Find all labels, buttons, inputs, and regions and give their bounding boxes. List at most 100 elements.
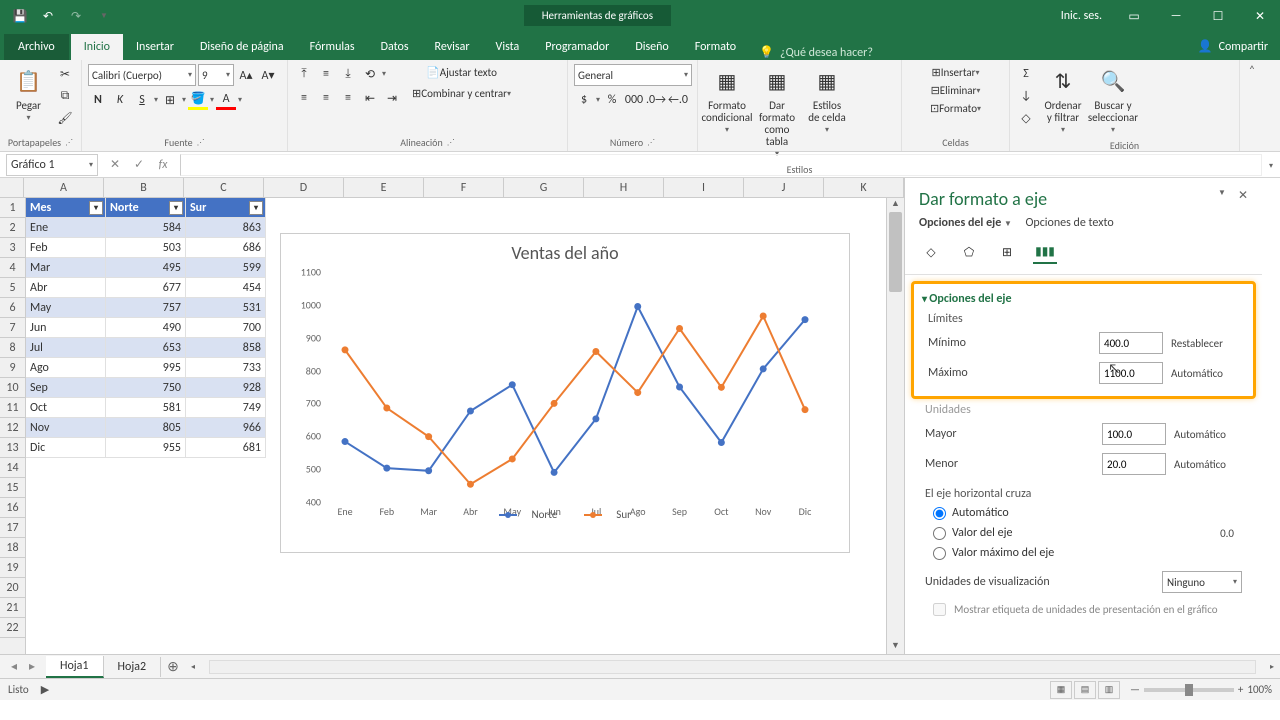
zoom-in-icon[interactable]: + <box>1238 683 1243 696</box>
minor-auto-button[interactable]: Automático <box>1174 458 1242 471</box>
section-axis-options[interactable]: Opciones del eje <box>922 290 1245 308</box>
paste-button[interactable]: 📋Pegar▾ <box>6 64 51 125</box>
table-cell[interactable]: 677 <box>106 278 186 298</box>
column-header[interactable]: D <box>264 178 344 197</box>
insert-cells-button[interactable]: ⊞ Insertar ▾ <box>908 64 1003 81</box>
column-header[interactable]: J <box>744 178 824 197</box>
row-header[interactable]: 16 <box>0 498 25 518</box>
table-cell[interactable]: Dic <box>26 438 106 458</box>
table-cell[interactable]: Mar <box>26 258 106 278</box>
view-page-break-icon[interactable]: ▥ <box>1098 681 1120 699</box>
format-painter-icon[interactable]: 🖌 <box>55 108 75 128</box>
row-header[interactable]: 17 <box>0 518 25 538</box>
row-header[interactable]: 22 <box>0 618 25 638</box>
major-input[interactable] <box>1102 423 1166 445</box>
format-table-button[interactable]: ▦Dar formato como tabla▾ <box>754 64 800 161</box>
row-header[interactable]: 5 <box>0 278 25 298</box>
max-auto-button[interactable]: Automático <box>1171 367 1239 380</box>
table-header-cell[interactable]: Norte▾ <box>106 198 186 218</box>
row-header[interactable]: 8 <box>0 338 25 358</box>
tab-diseno-pagina[interactable]: Diseño de página <box>187 34 297 60</box>
table-cell[interactable]: 681 <box>186 438 266 458</box>
table-cell[interactable]: Abr <box>26 278 106 298</box>
table-cell[interactable]: 495 <box>106 258 186 278</box>
dedent-icon[interactable]: ⇤ <box>360 88 380 108</box>
table-cell[interactable]: 749 <box>186 398 266 418</box>
table-cell[interactable]: 995 <box>106 358 186 378</box>
cut-icon[interactable]: ✂ <box>55 64 75 84</box>
merge-center-button[interactable]: ⊞ Combinar y centrar ▾ <box>410 85 513 102</box>
table-cell[interactable]: Ago <box>26 358 106 378</box>
number-format-select[interactable]: General▾ <box>574 64 692 86</box>
scroll-up-icon[interactable]: ▲ <box>887 198 904 212</box>
table-cell[interactable]: Sep <box>26 378 106 398</box>
zoom-slider[interactable] <box>1144 688 1234 692</box>
accept-formula-icon[interactable]: ✓ <box>128 154 150 176</box>
align-top-icon[interactable]: ⤒ <box>294 64 314 84</box>
copy-icon[interactable]: ⧉ <box>55 86 75 106</box>
increase-decimal-icon[interactable]: .0→ <box>646 90 666 110</box>
column-header[interactable]: B <box>104 178 184 197</box>
view-normal-icon[interactable]: ▦ <box>1050 681 1072 699</box>
minor-input[interactable] <box>1102 453 1166 475</box>
row-header[interactable]: 1 <box>0 198 25 218</box>
fill-line-icon[interactable]: ◇ <box>919 240 943 264</box>
table-cell[interactable]: 733 <box>186 358 266 378</box>
bold-button[interactable]: N <box>88 90 108 110</box>
row-header[interactable]: 9 <box>0 358 25 378</box>
tab-formato[interactable]: Formato <box>682 34 749 60</box>
save-icon[interactable]: 💾 <box>8 4 32 28</box>
clear-icon[interactable]: ◇ <box>1016 108 1036 128</box>
minimize-icon[interactable]: — <box>1156 0 1196 32</box>
table-cell[interactable]: 966 <box>186 418 266 438</box>
cell-styles-button[interactable]: ▦Estilos de celda▾ <box>804 64 850 137</box>
font-size-select[interactable]: 9▾ <box>198 64 234 86</box>
column-header[interactable]: F <box>424 178 504 197</box>
align-left-icon[interactable]: ≡ <box>294 88 314 108</box>
scroll-down-icon[interactable]: ▼ <box>887 640 904 654</box>
shrink-font-icon[interactable]: A▾ <box>258 65 278 85</box>
table-cell[interactable]: 750 <box>106 378 186 398</box>
format-cells-button[interactable]: ⊡ Formato ▾ <box>908 100 1003 117</box>
border-icon[interactable]: ⊞ <box>160 90 180 110</box>
cancel-formula-icon[interactable]: ✕ <box>104 154 126 176</box>
share-button[interactable]: 👤 Compartir <box>1186 33 1280 60</box>
size-props-icon[interactable]: ⊞ <box>995 240 1019 264</box>
align-right-icon[interactable]: ≡ <box>338 88 358 108</box>
pane-tab-axis-options[interactable]: Opciones del eje ▼ <box>919 216 1012 230</box>
column-header[interactable]: K <box>824 178 904 197</box>
autosum-icon[interactable]: Σ <box>1016 64 1036 84</box>
column-header[interactable]: C <box>184 178 264 197</box>
tab-diseno[interactable]: Diseño <box>622 34 681 60</box>
cross-max-radio[interactable] <box>933 547 946 560</box>
underline-button[interactable]: S <box>132 90 152 110</box>
min-input[interactable] <box>1099 332 1163 354</box>
row-header[interactable]: 15 <box>0 478 25 498</box>
row-header[interactable]: 6 <box>0 298 25 318</box>
align-bottom-icon[interactable]: ⤓ <box>338 64 358 84</box>
comma-icon[interactable]: 000 <box>624 90 644 110</box>
table-cell[interactable]: Jun <box>26 318 106 338</box>
table-cell[interactable]: 955 <box>106 438 186 458</box>
filter-dropdown-icon[interactable]: ▾ <box>89 201 103 215</box>
row-header[interactable]: 7 <box>0 318 25 338</box>
table-cell[interactable]: Ene <box>26 218 106 238</box>
table-cell[interactable]: 503 <box>106 238 186 258</box>
indent-icon[interactable]: ⇥ <box>382 88 402 108</box>
row-header[interactable]: 14 <box>0 458 25 478</box>
hscroll-left-icon[interactable]: ◂ <box>191 662 195 672</box>
hscroll-right-icon[interactable]: ▸ <box>1270 662 1274 672</box>
table-cell[interactable]: 653 <box>106 338 186 358</box>
table-cell[interactable]: 858 <box>186 338 266 358</box>
align-center-icon[interactable]: ≡ <box>316 88 336 108</box>
tab-scroll-last-icon[interactable]: ▸ <box>24 659 40 674</box>
cross-value-radio[interactable] <box>933 527 946 540</box>
fill-color-icon[interactable]: 🪣 <box>188 90 208 110</box>
scroll-thumb[interactable] <box>889 212 902 292</box>
tell-me-search[interactable]: 💡 ¿Qué desea hacer? <box>749 45 883 60</box>
tab-datos[interactable]: Datos <box>368 34 422 60</box>
qat-customize-icon[interactable]: ▼ <box>92 4 116 28</box>
redo-icon[interactable]: ↷ <box>64 4 88 28</box>
column-header[interactable]: G <box>504 178 584 197</box>
row-header[interactable]: 3 <box>0 238 25 258</box>
